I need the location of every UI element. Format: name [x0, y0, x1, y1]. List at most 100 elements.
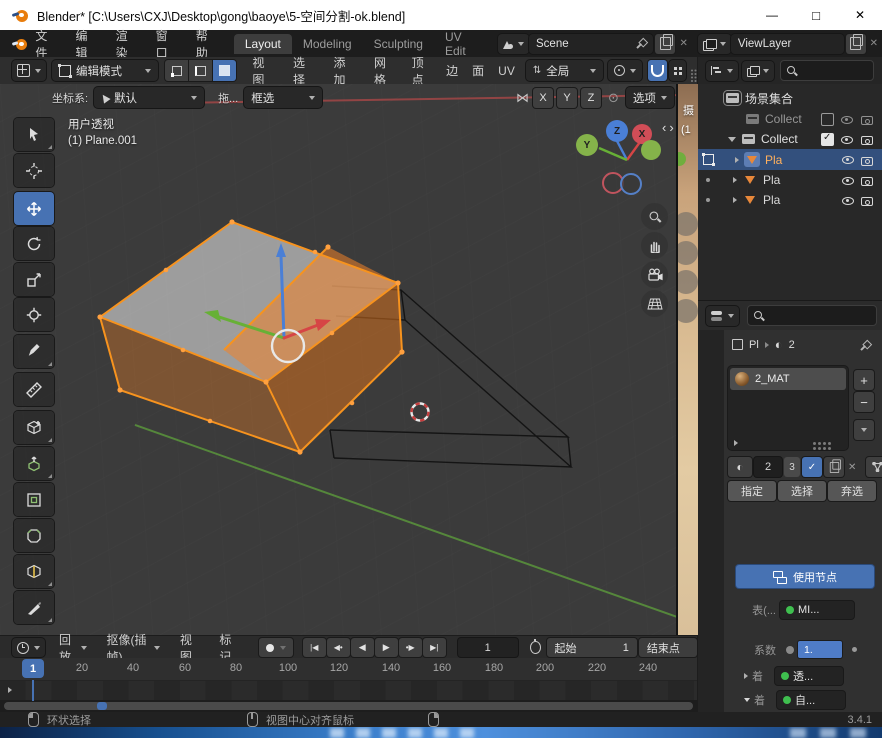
tool-knife[interactable]	[14, 591, 54, 624]
add-material-slot-button[interactable]: +	[854, 370, 874, 390]
timeline-tracks[interactable]	[0, 681, 697, 700]
menu-face[interactable]: 面	[465, 57, 491, 84]
expand-arrow[interactable]	[733, 197, 737, 203]
properties-type-button[interactable]	[706, 306, 739, 326]
menu-add[interactable]: 添加	[324, 57, 365, 84]
playhead-line[interactable]	[32, 680, 34, 701]
hide-eye-icon[interactable]	[841, 153, 855, 167]
play-button[interactable]: ▶	[375, 638, 398, 657]
outliner-row-scene-collection[interactable]: 场景集合	[698, 88, 882, 108]
menu-keying[interactable]: 抠像(插帧)	[97, 636, 170, 659]
outliner-display-mode[interactable]	[742, 61, 774, 81]
minimize-button[interactable]: —	[750, 0, 794, 30]
new-material-button[interactable]	[824, 457, 844, 477]
pin-icon[interactable]	[634, 37, 646, 51]
fake-user-shield-button[interactable]: ✓	[802, 457, 822, 477]
tool-scale[interactable]	[14, 263, 54, 296]
play-reverse-button[interactable]: ◀	[351, 638, 374, 657]
viewlayer-field[interactable]: ViewLayer	[731, 34, 844, 54]
browse-material-button[interactable]: ◐	[728, 457, 752, 477]
timeline-scrollbar[interactable]	[4, 702, 693, 710]
menu-file[interactable]: 文件	[25, 30, 65, 57]
viewlayer-type-button[interactable]	[698, 34, 731, 54]
region-collapse-chevrons[interactable]: ‹›	[662, 120, 676, 135]
tool-annotate[interactable]	[14, 335, 54, 368]
remove-material-slot-button[interactable]: −	[854, 392, 874, 412]
menu-uv[interactable]: UV	[491, 57, 522, 84]
use-nodes-button[interactable]: 使用节点	[736, 565, 874, 588]
header-overflow-grip[interactable]	[694, 69, 696, 71]
current-frame-field[interactable]: 1	[458, 638, 518, 657]
outliner-row-object-selected[interactable]: Pla	[698, 149, 882, 170]
timeline-ruler[interactable]: 20 40 60 80 100 120 140 160 180 200 220 …	[0, 658, 697, 681]
menu-edge[interactable]: 边	[439, 57, 465, 84]
scene-unlink-button[interactable]: ✕	[679, 38, 687, 49]
workspace-tab-uvedit[interactable]: UV Edit	[434, 27, 490, 61]
hide-eye-icon[interactable]	[841, 193, 855, 207]
select-mode-face[interactable]	[213, 60, 236, 81]
selected-mesh-box[interactable]	[97, 219, 404, 454]
gizmo-axis-z-neg[interactable]	[620, 173, 642, 195]
material-specials-button[interactable]	[854, 420, 874, 440]
scene-type-button[interactable]	[498, 34, 529, 54]
tool-cursor[interactable]	[14, 154, 54, 187]
jump-to-end-button[interactable]: ▶|	[423, 638, 446, 657]
next-keyframe-button[interactable]: •▶	[399, 638, 422, 657]
menu-edit[interactable]: 编辑	[65, 30, 105, 57]
scene-field[interactable]: Scene	[529, 34, 653, 54]
outliner-row-object[interactable]: Pla	[698, 170, 882, 190]
tool-select-box[interactable]	[14, 118, 54, 151]
proportional-edit-icon[interactable]: ⊙	[608, 90, 619, 106]
viewport[interactable]: 用户透视 (1) Plane.001 坐标系: 默认 拖... 框选 ⋈ X Y…	[0, 84, 676, 635]
transform-fallback-selector[interactable]: 默认	[94, 87, 204, 108]
expand-arrow[interactable]	[735, 157, 739, 163]
frame-end-field[interactable]: 结束点	[639, 638, 697, 657]
properties-search[interactable]	[747, 305, 877, 326]
viewlayer-unlink-button[interactable]: ✕	[870, 38, 878, 49]
expand-arrow[interactable]	[733, 177, 737, 183]
close-button[interactable]: ✕	[838, 0, 882, 30]
timeline-type-button[interactable]	[12, 638, 45, 657]
select-mode-vertex[interactable]	[165, 60, 188, 81]
users-count-badge[interactable]: 3	[784, 457, 800, 477]
outliner-row-collection-hidden[interactable]: Collect	[698, 109, 882, 129]
material-name-field[interactable]: 2	[754, 457, 782, 477]
menu-vertex[interactable]: 顶点	[405, 57, 440, 84]
menu-playback[interactable]: 回放	[49, 636, 97, 659]
breadcrumb-material[interactable]: 2	[789, 339, 795, 351]
mirror-x-button[interactable]: X	[533, 88, 553, 108]
material-slot-active[interactable]: 2_MAT	[730, 368, 846, 390]
expand-arrow[interactable]	[744, 673, 748, 679]
menu-window[interactable]: 窗口	[146, 30, 186, 57]
tool-bevel[interactable]	[14, 519, 54, 552]
tool-rotate[interactable]	[14, 227, 54, 260]
orientation-selector[interactable]: ⇅ 全局	[526, 60, 603, 81]
gizmo-axis-y[interactable]: Y	[576, 134, 598, 156]
gizmo-axis-y-neg[interactable]	[641, 140, 661, 160]
collapse-arrow[interactable]	[744, 698, 750, 702]
factor-value-slider[interactable]: 1.	[798, 641, 842, 658]
ortho-toggle-button[interactable]	[641, 290, 668, 317]
outliner-row-object[interactable]: Pla	[698, 190, 882, 210]
tool-transform[interactable]	[14, 298, 54, 331]
outliner-search[interactable]	[780, 60, 874, 81]
select-button[interactable]: 选择	[778, 481, 826, 501]
menu-view[interactable]: 视图	[242, 57, 283, 84]
editor-type-button[interactable]	[12, 60, 46, 81]
slot-expand-icon[interactable]	[734, 440, 738, 446]
tool-extrude-region[interactable]	[14, 447, 54, 480]
tool-measure[interactable]	[14, 373, 54, 406]
workspace-tab-modeling[interactable]: Modeling	[292, 34, 363, 54]
viewport-canvas[interactable]	[0, 84, 676, 635]
tool-inset-faces[interactable]	[14, 483, 54, 516]
render-camera-icon[interactable]	[860, 112, 874, 126]
outliner-row-collection[interactable]: Collect	[698, 129, 882, 149]
workspace-tab-layout[interactable]: Layout	[234, 34, 292, 54]
pan-button[interactable]	[641, 232, 668, 259]
hide-eye-icon[interactable]	[840, 112, 854, 126]
material-slot-list[interactable]: 2_MAT	[728, 366, 848, 450]
shader-dropdown[interactable]: 透...	[775, 667, 843, 685]
slot-resize-grip[interactable]	[813, 442, 816, 445]
tool-move[interactable]	[14, 192, 54, 225]
gizmo-axis-z[interactable]: Z	[606, 120, 628, 142]
